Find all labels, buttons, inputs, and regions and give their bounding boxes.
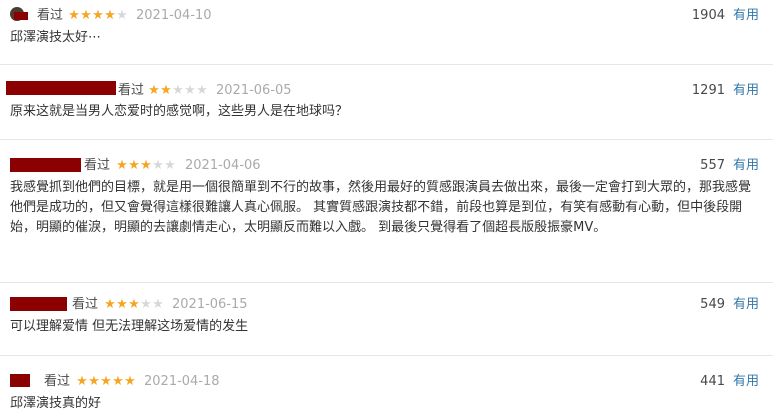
- useful-button[interactable]: 有用: [733, 373, 759, 391]
- review-date: 2021-06-15: [172, 297, 248, 312]
- redacted-username[interactable]: [10, 374, 30, 387]
- review-meta: 看过 ★ ★ ★ ★ ★ 2021-04-18 441 有用: [0, 372, 773, 392]
- star-empty-icon: ★: [164, 158, 176, 173]
- star-filled-icon: ★: [92, 8, 104, 23]
- useful-button[interactable]: 有用: [733, 82, 759, 100]
- star-filled-icon: ★: [124, 374, 136, 389]
- watch-status: 看过: [37, 8, 64, 23]
- divider: [0, 64, 773, 65]
- review-meta: 看过 ★ ★ ★ ★ ★ 2021-04-10 1904 有用: [0, 6, 773, 26]
- useful-count: 1291: [691, 83, 725, 98]
- divider: [0, 139, 773, 140]
- redacted-username[interactable]: [10, 158, 81, 172]
- divider: [0, 355, 773, 356]
- star-filled-icon: ★: [68, 8, 80, 23]
- watch-status: 看过: [72, 297, 99, 312]
- star-filled-icon: ★: [140, 158, 152, 173]
- redacted-username[interactable]: [14, 12, 28, 20]
- review-date: 2021-06-05: [216, 83, 292, 98]
- star-filled-icon: ★: [160, 83, 172, 98]
- divider: [0, 282, 773, 283]
- review-date: 2021-04-18: [144, 374, 220, 389]
- useful-count: 549: [700, 297, 725, 312]
- useful-count: 441: [700, 374, 725, 389]
- useful-button[interactable]: 有用: [733, 296, 759, 314]
- star-empty-icon: ★: [196, 83, 208, 98]
- redacted-username[interactable]: [6, 81, 116, 95]
- star-filled-icon: ★: [100, 374, 112, 389]
- review-text: 邱澤演技太好⋯: [10, 30, 102, 45]
- review-text: 我感覺抓到他們的目標，就是用一個很簡單到不行的故事，然後用最好的質感跟演員去做出…: [10, 180, 752, 235]
- star-empty-icon: ★: [116, 8, 128, 23]
- star-filled-icon: ★: [116, 158, 128, 173]
- redacted-username[interactable]: [10, 297, 67, 311]
- review-date: 2021-04-06: [185, 158, 261, 173]
- star-filled-icon: ★: [116, 297, 128, 312]
- star-filled-icon: ★: [128, 297, 140, 312]
- watch-status: 看过: [118, 83, 145, 98]
- star-filled-icon: ★: [80, 8, 92, 23]
- rating-stars: ★ ★ ★ ★ ★: [76, 374, 136, 390]
- star-filled-icon: ★: [148, 83, 160, 98]
- rating-stars: ★ ★ ★ ★ ★: [104, 297, 164, 313]
- star-empty-icon: ★: [152, 297, 164, 312]
- review-meta: 看过 ★ ★ ★ ★ ★ 2021-06-15 549 有用: [0, 295, 773, 315]
- review-text: 邱澤演技真的好: [10, 396, 102, 411]
- review-meta: 看过 ★ ★ ★ ★ ★ 2021-06-05 1291 有用: [0, 81, 773, 101]
- rating-stars: ★ ★ ★ ★ ★: [148, 83, 208, 99]
- star-filled-icon: ★: [104, 8, 116, 23]
- star-filled-icon: ★: [76, 374, 88, 389]
- rating-stars: ★ ★ ★ ★ ★: [116, 158, 176, 174]
- review-meta: 看过 ★ ★ ★ ★ ★ 2021-04-06 557 有用: [0, 156, 773, 176]
- review-text: 原来这就是当男人恋爱时的感觉啊，这些男人是在地球吗？: [10, 104, 349, 119]
- star-empty-icon: ★: [152, 158, 164, 173]
- useful-count: 557: [700, 158, 725, 173]
- review-date: 2021-04-10: [136, 8, 212, 23]
- star-filled-icon: ★: [88, 374, 100, 389]
- watch-status: 看过: [84, 158, 111, 173]
- useful-button[interactable]: 有用: [733, 7, 759, 25]
- watch-status: 看过: [44, 374, 71, 389]
- review-text: 可以理解爱情 但无法理解这场爱情的发生: [10, 319, 249, 334]
- star-empty-icon: ★: [172, 83, 184, 98]
- star-empty-icon: ★: [140, 297, 152, 312]
- star-empty-icon: ★: [184, 83, 196, 98]
- useful-count: 1904: [691, 8, 725, 23]
- rating-stars: ★ ★ ★ ★ ★: [68, 8, 128, 24]
- star-filled-icon: ★: [128, 158, 140, 173]
- useful-button[interactable]: 有用: [733, 157, 759, 175]
- star-filled-icon: ★: [104, 297, 116, 312]
- star-filled-icon: ★: [112, 374, 124, 389]
